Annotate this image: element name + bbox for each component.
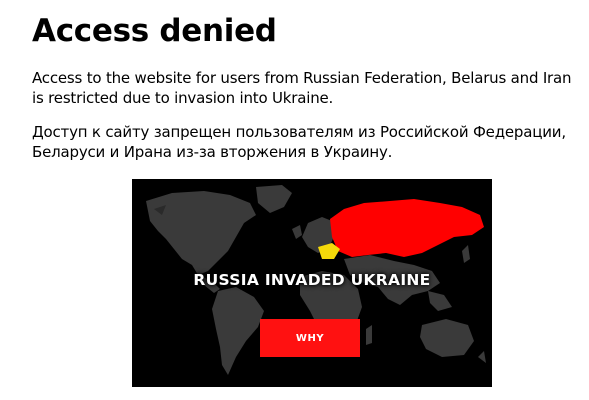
world-map-banner[interactable]: RUSSIA INVADED UKRAINE WHY: [132, 179, 492, 387]
page: Access denied Access to the website for …: [0, 0, 589, 400]
message-russian: Доступ к сайту запрещен пользователям из…: [32, 123, 566, 161]
message-english: Access to the website for users from Rus…: [32, 69, 572, 107]
page-title: Access denied: [32, 13, 277, 49]
why-button[interactable]: WHY: [260, 319, 360, 357]
banner-headline: RUSSIA INVADED UKRAINE: [193, 271, 431, 289]
